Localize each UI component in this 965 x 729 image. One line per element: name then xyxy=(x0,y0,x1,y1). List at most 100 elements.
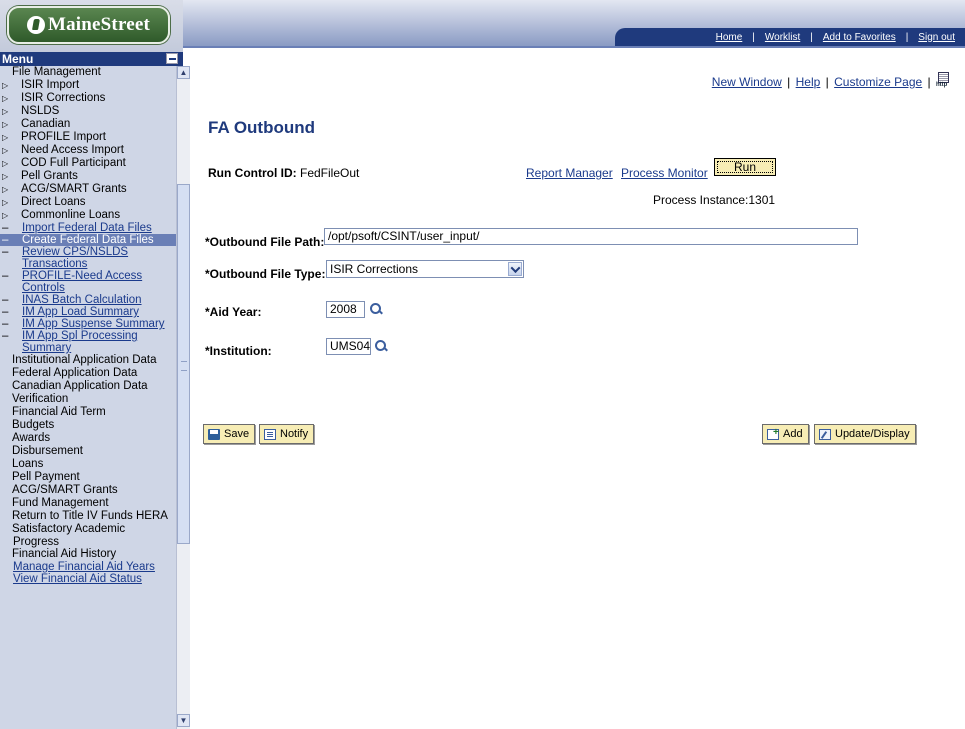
update-display-button[interactable]: Update/Display xyxy=(814,424,916,444)
menu-item-label: Budgets xyxy=(12,419,55,431)
menu-item[interactable]: ▷ Commonline Loans xyxy=(0,209,176,222)
run-control-label: Run Control ID: xyxy=(208,166,297,180)
collapsed-folder-icon: ▷ xyxy=(3,459,12,471)
menu-item[interactable]: – IM App Suspense Summary xyxy=(0,318,176,330)
menu-item[interactable]: –View Financial Aid Status xyxy=(0,573,176,585)
aid-year-lookup-icon[interactable] xyxy=(369,302,382,315)
menu-item[interactable]: ▷Disbursement xyxy=(0,445,176,458)
update-display-button-label: Update/Display xyxy=(835,428,910,440)
menu-item[interactable]: ▷Satisfactory Academic Progress xyxy=(0,523,176,548)
dash-icon: – xyxy=(3,573,13,585)
menu-item[interactable]: ▷Federal Application Data xyxy=(0,367,176,380)
menu-collapse-icon[interactable] xyxy=(166,53,178,64)
menu-item-label: ISIR Import xyxy=(21,79,80,91)
home-link[interactable]: Home xyxy=(706,32,753,43)
collapsed-folder-icon: ▷ xyxy=(2,185,9,194)
menu-item[interactable]: – IM App Load Summary xyxy=(0,306,176,318)
menu-item[interactable]: ▷Pell Payment xyxy=(0,471,176,484)
page-links: New Window | Help | Customize Page | xyxy=(712,72,950,89)
notify-icon xyxy=(264,428,276,440)
menu-scrollbar[interactable]: ▲ ▼ xyxy=(176,66,190,729)
add-button[interactable]: Add xyxy=(762,424,809,444)
collapsed-folder-icon: ▷ xyxy=(2,94,9,103)
menu-item[interactable]: ▷ PROFILE Import xyxy=(0,131,176,144)
mainestreet-logo[interactable]: MaineStreet xyxy=(7,6,170,44)
menu-item[interactable]: ▷Financial Aid Term xyxy=(0,406,176,419)
notify-button[interactable]: Notify xyxy=(259,424,315,444)
menu-item[interactable]: ▷Institutional Application Data xyxy=(0,354,176,367)
outbound-file-path-input[interactable]: /opt/psoft/CSINT/user_input/ xyxy=(324,228,858,245)
menu-item[interactable]: ▷ACG/SMART Grants xyxy=(0,484,176,497)
http-link-icon[interactable] xyxy=(936,72,950,88)
menu-item[interactable]: ▷Verification xyxy=(0,393,176,406)
new-window-link[interactable]: New Window xyxy=(712,75,782,89)
menu-item[interactable]: ▷ COD Full Participant xyxy=(0,157,176,170)
menu-item-label: ACG/SMART Grants xyxy=(21,183,127,195)
expanded-folder-icon: ▽ xyxy=(3,67,12,79)
collapsed-folder-icon: ▷ xyxy=(3,381,12,393)
add-to-favorites-link[interactable]: Add to Favorites xyxy=(813,32,906,43)
menu-item-label: File Management xyxy=(12,66,101,78)
customize-page-link[interactable]: Customize Page xyxy=(834,75,922,89)
menu-item-label: ISIR Corrections xyxy=(21,92,106,104)
menu-item[interactable]: ▷Awards xyxy=(0,432,176,445)
menu-item-label: View Financial Aid Status xyxy=(13,573,142,585)
menu-item-label: ACG/SMART Grants xyxy=(12,484,118,496)
menu-item-label: Need Access Import xyxy=(21,144,124,156)
menu-header: Menu xyxy=(0,52,183,66)
aid-year-input[interactable]: 2008 xyxy=(326,301,365,318)
dash-icon: – xyxy=(2,222,9,234)
menu-item-label: Manage Financial Aid Years xyxy=(13,561,155,573)
scroll-up-icon[interactable]: ▲ xyxy=(177,66,190,79)
process-monitor-link[interactable]: Process Monitor xyxy=(621,166,708,180)
menu-title: Menu xyxy=(2,52,34,66)
help-link[interactable]: Help xyxy=(796,75,821,89)
chevron-down-icon[interactable] xyxy=(508,262,522,276)
dash-icon: – xyxy=(3,561,13,573)
menu-item[interactable]: – IM App Spl Processing Summary xyxy=(0,330,176,354)
scrollbar-thumb[interactable] xyxy=(177,184,190,544)
menu-item[interactable]: –Manage Financial Aid Years xyxy=(0,561,176,573)
menu-item[interactable]: ▷Fund Management xyxy=(0,497,176,510)
menu-item[interactable]: ▷Return to Title IV Funds HERA xyxy=(0,510,176,523)
menu-item[interactable]: – INAS Batch Calculation xyxy=(0,294,176,306)
logo-area: MaineStreet xyxy=(0,0,183,52)
menu-item-label: IM App Spl Processing Summary xyxy=(22,330,138,354)
save-icon xyxy=(208,428,220,440)
institution-input[interactable]: UMS04 xyxy=(326,338,371,355)
worklist-link[interactable]: Worklist xyxy=(755,32,810,43)
menu-item[interactable]: ▷ Need Access Import xyxy=(0,144,176,157)
menu-item[interactable]: – PROFILE-Need Access Controls xyxy=(0,270,176,294)
menu-item[interactable]: ▷Budgets xyxy=(0,419,176,432)
menu-item-label: Federal Application Data xyxy=(12,367,138,379)
menu-item[interactable]: ▷Loans xyxy=(0,458,176,471)
sign-out-link[interactable]: Sign out xyxy=(908,32,965,43)
menu-item[interactable]: – Import Federal Data Files xyxy=(0,222,176,234)
institution-lookup-icon[interactable] xyxy=(374,339,387,352)
page-title: FA Outbound xyxy=(208,118,316,137)
menu-item[interactable]: ▷Financial Aid History xyxy=(0,548,176,561)
menu-item[interactable]: ▽File Management xyxy=(0,66,176,79)
menu-item[interactable]: ▷ ISIR Corrections xyxy=(0,92,176,105)
menu-item-label: Pell Grants xyxy=(21,170,78,182)
report-manager-link[interactable]: Report Manager xyxy=(526,166,613,180)
scroll-down-icon[interactable]: ▼ xyxy=(177,714,190,727)
dash-icon: – xyxy=(2,306,9,318)
collapsed-folder-icon: ▷ xyxy=(3,420,12,432)
menu-item-label: Disbursement xyxy=(12,445,83,457)
menu-item[interactable]: ▷ Canadian xyxy=(0,118,176,131)
collapsed-folder-icon: ▷ xyxy=(2,120,9,129)
menu-item[interactable]: ▷ Direct Loans xyxy=(0,196,176,209)
menu-item[interactable]: – Create Federal Data Files xyxy=(0,234,176,246)
save-button[interactable]: Save xyxy=(203,424,256,444)
menu-item[interactable]: ▷ ACG/SMART Grants xyxy=(0,183,176,196)
menu-item[interactable]: ▷ NSLDS xyxy=(0,105,176,118)
menu-item[interactable]: ▷ ISIR Import xyxy=(0,79,176,92)
dash-icon: – xyxy=(2,294,9,306)
run-button[interactable]: Run xyxy=(714,158,776,176)
save-button-label: Save xyxy=(224,428,250,440)
menu-item[interactable]: – Review CPS/NSLDS Transactions xyxy=(0,246,176,270)
outbound-file-type-select[interactable]: ISIR Corrections xyxy=(326,260,524,278)
menu-item[interactable]: ▷Canadian Application Data xyxy=(0,380,176,393)
menu-item[interactable]: ▷ Pell Grants xyxy=(0,170,176,183)
